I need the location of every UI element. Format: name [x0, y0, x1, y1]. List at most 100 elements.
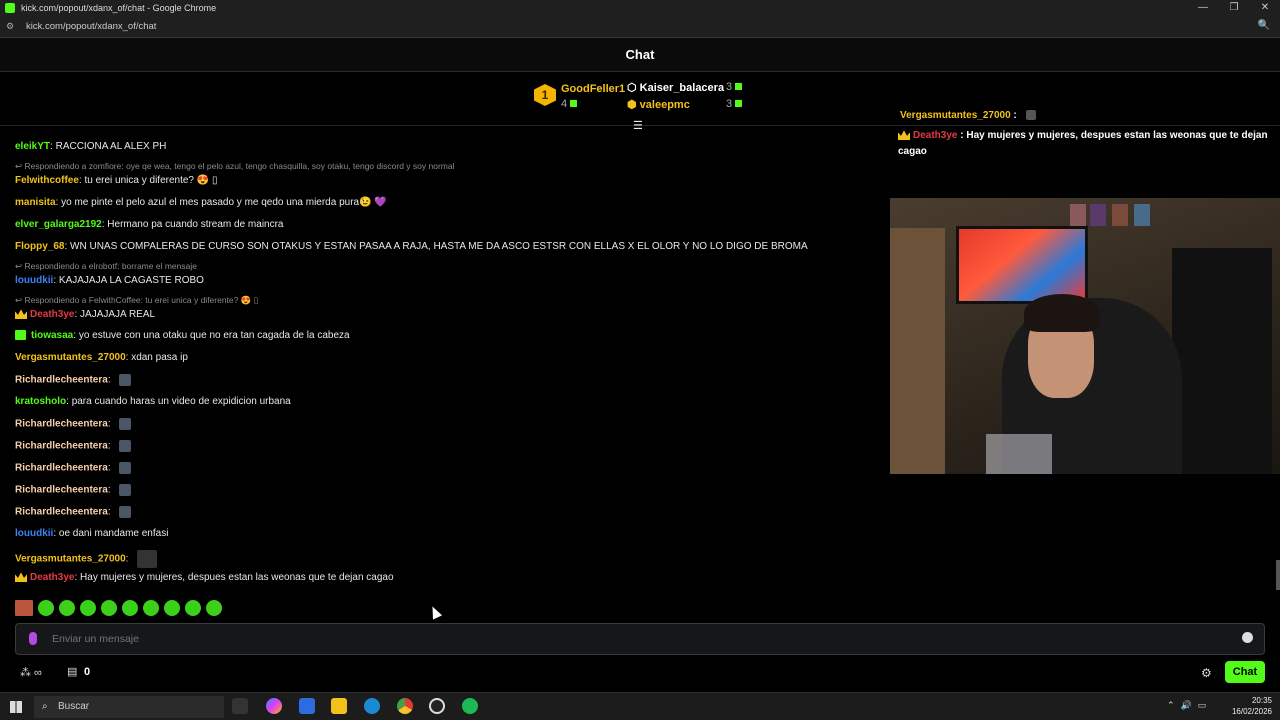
reply-text: Respondiendo a FelwithCoffee: tu erei un… [24, 295, 259, 305]
chat-message: elver_galarga2192: Hermano pa cuando str… [15, 219, 284, 230]
chat-username[interactable]: Richardlecheentera [15, 485, 108, 496]
chat-username[interactable]: Richardlecheentera [15, 375, 108, 386]
chat-message: Death3ye: Hay mujeres y mujeres, despues… [15, 572, 394, 583]
taskbar-search[interactable]: ⌕ Buscar [34, 696, 224, 718]
separator: : [107, 418, 114, 430]
chat-message-text: Hay mujeres y mujeres, despues estan las… [80, 572, 394, 583]
windows-taskbar: ⌕ Buscar ⌃🔊▭ 20:35 16/02/2026 [0, 692, 1280, 720]
stream-video [890, 198, 1280, 474]
separator: : [107, 506, 114, 518]
emote-icon[interactable] [185, 600, 201, 616]
chat-message-text: RACCIONA AL ALEX PH [55, 141, 167, 152]
taskbar-clock[interactable]: 20:35 16/02/2026 [1232, 695, 1272, 717]
chat-message: manisita: yo me pinte el pelo azul el me… [15, 197, 387, 208]
site-info-icon[interactable]: ⚙ [6, 21, 20, 32]
chrome-icon[interactable] [397, 698, 413, 714]
emote-icon[interactable] [143, 600, 159, 616]
chat-username[interactable]: Death3ye [30, 309, 74, 320]
crown-badge-icon [15, 572, 27, 583]
chat-username[interactable]: eleikYT [15, 141, 50, 152]
emote-icon[interactable] [80, 600, 96, 616]
chat-message: Richardlecheentera: [15, 462, 132, 474]
gift-icon [735, 100, 743, 107]
chat-input-box[interactable] [15, 623, 1265, 655]
window-title: kick.com/popout/xdanx_of/chat - Google C… [21, 3, 217, 13]
emote-icon[interactable] [122, 600, 138, 616]
spotify-icon[interactable] [462, 698, 478, 714]
chat-header: Chat [0, 38, 1280, 72]
scrollbar-thumb[interactable] [1276, 560, 1280, 590]
separator: : [107, 374, 114, 386]
send-chat-button[interactable]: Chat [1225, 661, 1265, 683]
minimize-button[interactable]: — [1188, 0, 1218, 16]
chat-message: Richardlecheentera: [15, 418, 132, 430]
poster [1134, 204, 1150, 226]
chat-username[interactable]: tiowasaa [31, 330, 73, 341]
file-explorer-icon[interactable] [331, 698, 347, 714]
reply-indicator[interactable]: ↩ Respondiendo a zomfiore: oye qe wea, t… [15, 161, 454, 172]
chat-username[interactable]: kratosholo [15, 396, 66, 407]
chat-username[interactable]: louudkii [15, 275, 53, 286]
microphone-icon[interactable] [29, 632, 37, 645]
copilot-icon[interactable] [266, 698, 282, 714]
emote-icon[interactable] [101, 600, 117, 616]
emote-icon [119, 418, 132, 430]
window-titlebar: kick.com/popout/xdanx_of/chat - Google C… [0, 0, 1280, 16]
chat-username[interactable]: Vergasmutantes_27000 [15, 554, 126, 565]
chat-message-text: tu erei unica y diferente? 😍 ▯ [84, 175, 218, 186]
chat-message: kratosholo: para cuando haras un video d… [15, 396, 291, 407]
url-text[interactable]: kick.com/popout/xdanx_of/chat [26, 21, 156, 32]
leaderboard-count-3: 3 [726, 98, 743, 110]
emote-icon[interactable] [38, 600, 54, 616]
emoji-picker-icon[interactable] [1242, 632, 1253, 643]
reply-indicator[interactable]: ↩ Respondiendo a FelwithCoffee: tu erei … [15, 295, 258, 306]
chat-username[interactable]: louudkii [15, 528, 53, 539]
chat-username[interactable]: Richardlecheentera [15, 507, 108, 518]
leaderboard-count-2: 3 [726, 81, 743, 93]
zoom-icon[interactable]: 🔍 [1258, 20, 1270, 31]
chat-username[interactable]: Floppy_68 [15, 241, 64, 252]
restore-button[interactable]: ❐ [1219, 0, 1249, 16]
gift-shop-icon[interactable]: ▤ [67, 665, 77, 678]
chat-message-text: para cuando haras un video de expidicion… [71, 396, 291, 407]
chat-username[interactable]: Death3ye [30, 572, 74, 583]
chat-message: louudkii: oe dani mandame enfasi [15, 528, 168, 539]
address-bar[interactable]: ⚙ kick.com/popout/xdanx_of/chat 🔍 [0, 16, 1280, 38]
chat-username[interactable]: Felwithcoffee [15, 175, 79, 186]
reply-indicator[interactable]: ↩ Respondiendo a elrobotf: borrame el me… [15, 261, 197, 272]
task-view-icon[interactable] [232, 698, 248, 714]
chat-username[interactable]: Richardlecheentera [15, 419, 108, 430]
chat-username[interactable]: Vergasmutantes_27000 [15, 352, 126, 363]
message-input[interactable] [52, 630, 1232, 648]
shelf [1172, 248, 1272, 474]
edge-icon[interactable] [364, 698, 380, 714]
leaderboard-name-1[interactable]: GoodFeller1 [561, 83, 625, 95]
chat-username[interactable]: manisita [15, 197, 56, 208]
chat-message-text: yo estuve con una otaku que no era tan c… [78, 330, 350, 341]
chat-message: Vergasmutantes_27000: [15, 550, 158, 568]
search-label: Buscar [58, 701, 90, 712]
chat-message: Floppy_68: WN UNAS COMPALERAS DE CURSO S… [15, 241, 808, 252]
leaderboard-name-3[interactable]: ⬢ valeepmc [627, 98, 690, 111]
kick-favicon-icon [5, 3, 15, 13]
emote-icon[interactable] [206, 600, 222, 616]
system-tray-icons[interactable]: ⌃🔊▭ [1167, 700, 1212, 711]
emote-icon[interactable] [59, 600, 75, 616]
emote-icon[interactable] [15, 600, 33, 616]
obs-icon[interactable] [429, 698, 445, 714]
emote-icon[interactable] [164, 600, 180, 616]
emote-icon [119, 462, 132, 474]
store-icon[interactable] [299, 698, 315, 714]
emote-icon [1025, 110, 1036, 121]
streamer-hair [1024, 294, 1100, 332]
poster [1090, 204, 1106, 226]
windows-start-icon[interactable] [10, 701, 22, 713]
close-button[interactable]: ✕ [1250, 0, 1280, 16]
chat-message-text: yo me pinte el pelo azul el mes pasado y… [61, 197, 387, 208]
leaderboard-name-2[interactable]: ⬡ Kaiser_balacera [627, 81, 724, 94]
connections-icon[interactable]: ⁂ ∞ [20, 666, 42, 679]
chat-username[interactable]: Richardlecheentera [15, 441, 108, 452]
chat-username[interactable]: elver_galarga2192 [15, 219, 102, 230]
settings-gear-icon[interactable]: ⚙ [1201, 666, 1212, 680]
chat-username[interactable]: Richardlecheentera [15, 463, 108, 474]
